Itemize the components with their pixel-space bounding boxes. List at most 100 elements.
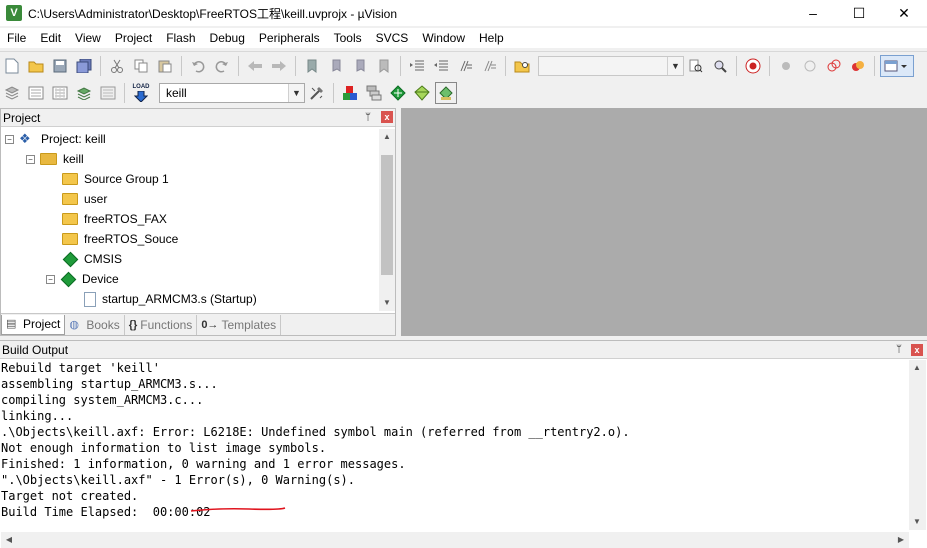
- indent-icon[interactable]: [406, 55, 428, 77]
- maximize-button[interactable]: ☐: [836, 0, 882, 26]
- toolbar-separator: [124, 83, 125, 103]
- configuration-wizard-icon[interactable]: [435, 82, 457, 104]
- menu-tools[interactable]: Tools: [327, 28, 369, 48]
- paste-icon[interactable]: [154, 55, 176, 77]
- tree-item-device[interactable]: − Device: [46, 269, 119, 289]
- open-folder-icon[interactable]: [25, 55, 47, 77]
- menu-help[interactable]: Help: [472, 28, 511, 48]
- new-file-icon[interactable]: [1, 55, 23, 77]
- pin-icon[interactable]: ᛘ: [362, 112, 374, 124]
- tree-scrollbar[interactable]: ▲ ▼: [379, 129, 395, 311]
- project-panel: Project ᛘ x − ❖ Project: keill − keill S…: [0, 108, 396, 336]
- incremental-find-icon[interactable]: [709, 55, 731, 77]
- tab-books[interactable]: ◍ Books: [65, 314, 125, 335]
- uncomment-icon[interactable]: [478, 55, 500, 77]
- pin-icon[interactable]: ᛘ: [893, 344, 905, 356]
- tree-item-label: freeRTOS_Souce: [84, 232, 179, 246]
- tree-item-project-root[interactable]: − ❖ Project: keill: [5, 129, 106, 149]
- target-select[interactable]: keill ▼: [159, 83, 305, 103]
- find-in-files-icon[interactable]: [511, 55, 533, 77]
- unindent-icon[interactable]: [430, 55, 452, 77]
- build-output-text[interactable]: Rebuild target 'keill' assembling startu…: [1, 360, 906, 532]
- comment-icon[interactable]: [454, 55, 476, 77]
- clear-bookmarks-icon[interactable]: [373, 55, 395, 77]
- translate-icon[interactable]: [1, 82, 23, 104]
- stop-build-icon[interactable]: [97, 82, 119, 104]
- next-bookmark-icon[interactable]: [349, 55, 371, 77]
- select-packs-icon[interactable]: [363, 82, 385, 104]
- tree-item-freertos-souce[interactable]: freeRTOS_Souce: [62, 229, 178, 249]
- navigate-forward-icon[interactable]: [268, 55, 290, 77]
- minimize-button[interactable]: –: [790, 0, 836, 26]
- scroll-down-icon[interactable]: ▼: [909, 514, 925, 530]
- tree-item-target-keill[interactable]: − keill: [26, 149, 84, 169]
- tree-item-freertos-fax[interactable]: freeRTOS_FAX: [62, 209, 167, 229]
- toolbar-separator: [400, 55, 401, 76]
- build-icon[interactable]: [25, 82, 47, 104]
- project-panel-header: Project ᛘ x: [1, 109, 395, 127]
- chevron-down-icon[interactable]: ▼: [288, 84, 304, 102]
- menu-file[interactable]: File: [0, 28, 33, 48]
- download-icon[interactable]: LOAD: [130, 82, 152, 104]
- scroll-up-icon[interactable]: ▲: [909, 360, 925, 376]
- menu-view[interactable]: View: [68, 28, 108, 48]
- build-output-hscrollbar[interactable]: ◀ ▶: [1, 532, 909, 548]
- menu-debug[interactable]: Debug: [203, 28, 252, 48]
- tab-project[interactable]: ▤ Project: [1, 314, 66, 335]
- redo-icon[interactable]: [211, 55, 233, 77]
- scroll-right-icon[interactable]: ▶: [893, 532, 909, 548]
- copy-icon[interactable]: [130, 55, 152, 77]
- kill-all-breakpoints-icon[interactable]: [847, 55, 869, 77]
- pack-installer-icon[interactable]: [387, 82, 409, 104]
- prev-bookmark-icon[interactable]: [325, 55, 347, 77]
- project-panel-tabs: ▤ Project ◍ Books {} Functions 0→ Templa…: [1, 313, 395, 335]
- rebuild-icon[interactable]: [49, 82, 71, 104]
- navigate-back-icon[interactable]: [244, 55, 266, 77]
- disable-all-breakpoints-icon[interactable]: [823, 55, 845, 77]
- collapse-icon[interactable]: −: [26, 154, 35, 164]
- close-icon[interactable]: x: [911, 344, 923, 356]
- close-window-button[interactable]: ✕: [881, 0, 927, 26]
- chevron-down-icon[interactable]: ▼: [667, 56, 683, 75]
- disable-breakpoint-icon[interactable]: [799, 55, 821, 77]
- save-all-icon[interactable]: [73, 55, 95, 77]
- menu-window[interactable]: Window: [415, 28, 472, 48]
- scroll-up-icon[interactable]: ▲: [379, 129, 395, 145]
- tree-item-user[interactable]: user: [62, 189, 107, 209]
- tab-functions[interactable]: {} Functions: [125, 314, 198, 335]
- window-layout-icon[interactable]: [880, 54, 914, 77]
- collapse-icon[interactable]: −: [5, 134, 14, 144]
- tab-label: Functions: [140, 317, 193, 332]
- tree-item-cmsis[interactable]: CMSIS: [62, 249, 122, 269]
- build-output-vscrollbar[interactable]: ▲ ▼: [909, 360, 926, 530]
- output-line: Rebuild target 'keill': [1, 361, 160, 375]
- tab-label: Books: [86, 317, 120, 332]
- scroll-left-icon[interactable]: ◀: [1, 532, 17, 548]
- undo-icon[interactable]: [187, 55, 209, 77]
- menu-peripherals[interactable]: Peripherals: [252, 28, 327, 48]
- tree-item-source-group[interactable]: Source Group 1: [62, 169, 169, 189]
- tree-item-startup-file[interactable]: startup_ARMCM3.s (Startup): [84, 289, 257, 309]
- scroll-down-icon[interactable]: ▼: [379, 295, 395, 311]
- tab-templates[interactable]: 0→ Templates: [197, 314, 282, 335]
- breakpoint-icon[interactable]: [775, 55, 797, 77]
- menu-project[interactable]: Project: [108, 28, 159, 48]
- cut-icon[interactable]: [106, 55, 128, 77]
- bookmark-icon[interactable]: [301, 55, 323, 77]
- menu-flash[interactable]: Flash: [159, 28, 202, 48]
- find-icon[interactable]: [685, 55, 707, 77]
- debug-session-icon[interactable]: [742, 55, 764, 77]
- save-icon[interactable]: [49, 55, 71, 77]
- menu-svcs[interactable]: SVCS: [369, 28, 416, 48]
- collapse-icon[interactable]: −: [46, 274, 55, 284]
- find-combo[interactable]: ▼: [538, 55, 684, 76]
- output-line: Build Time Elapsed: 00:00:02: [1, 505, 211, 519]
- batch-build-icon[interactable]: [73, 82, 95, 104]
- manage-components-icon[interactable]: [339, 82, 361, 104]
- target-options-icon[interactable]: [306, 82, 328, 104]
- close-icon[interactable]: x: [381, 111, 393, 123]
- menu-edit[interactable]: Edit: [33, 28, 68, 48]
- event-recorder-icon[interactable]: [411, 82, 433, 104]
- editor-area[interactable]: [401, 108, 927, 336]
- scrollbar-thumb[interactable]: [381, 155, 393, 275]
